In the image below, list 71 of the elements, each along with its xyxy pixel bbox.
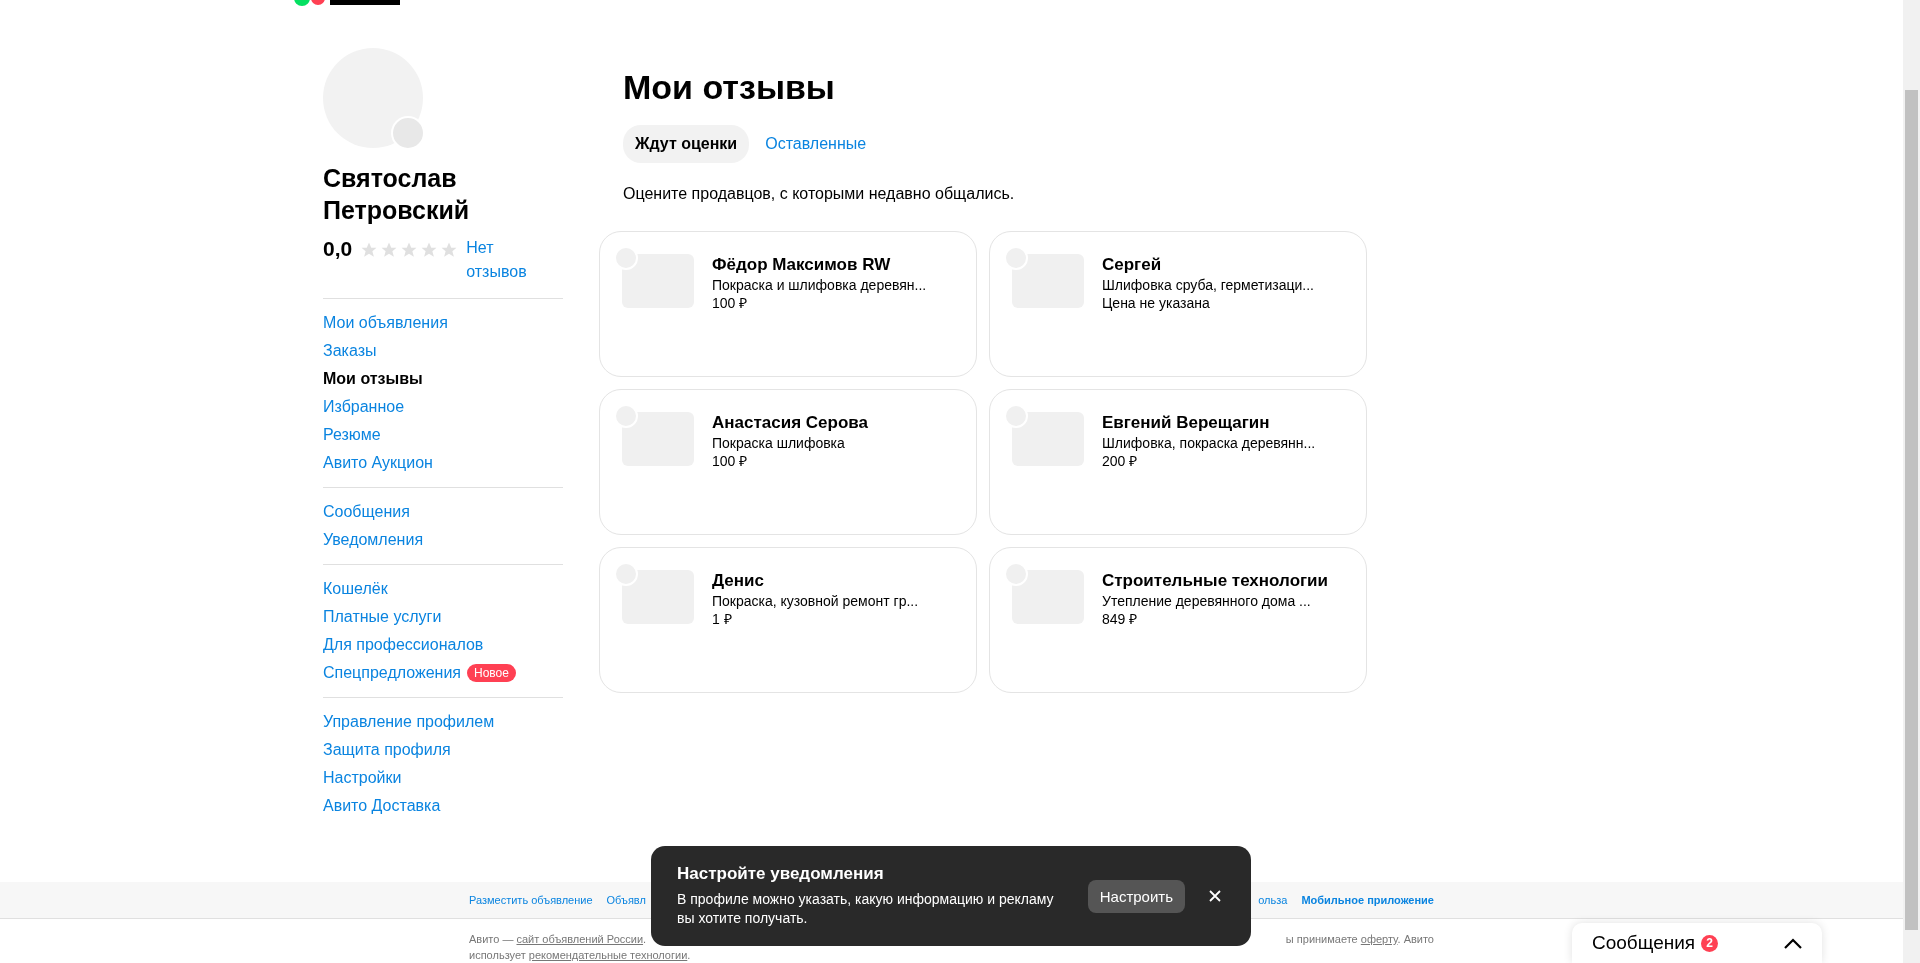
star-icon — [360, 241, 379, 259]
seller-card[interactable]: Сергей Шлифовка сруба, герметизаци... Цена не указана — [989, 231, 1367, 377]
footer-link[interactable]: Разместить объявление — [469, 894, 593, 906]
legal-text: ы принимаете оферту. Авито — [1285, 932, 1434, 947]
sidebar-item[interactable]: Для профессионалов — [323, 631, 563, 659]
footer-link[interactable]: Мобильное приложение — [1301, 894, 1434, 906]
seller-name: Евгений Верещагин — [1102, 412, 1271, 434]
star-icon — [380, 241, 399, 259]
new-badge: Новое — [467, 664, 516, 682]
scrollbar[interactable] — [1903, 0, 1920, 963]
scrollbar-thumb[interactable] — [1905, 90, 1918, 930]
sidebar-item[interactable]: Сообщения — [323, 498, 563, 526]
seller-card[interactable]: Евгений Верещагин Шлифовка, покраска деревянн... 200 ₽ — [989, 389, 1367, 535]
legal-link[interactable]: оферту — [1360, 933, 1398, 945]
sidebar-item[interactable]: Авито Доставка — [323, 792, 563, 820]
listing-price: 100 ₽ — [712, 452, 749, 470]
listing-title: Шлифовка сруба, герметизаци... — [1102, 276, 1314, 294]
legal-text: использует рекомендательные технологии. — [469, 949, 691, 961]
seller-name: Денис — [712, 570, 765, 592]
seller-card[interactable]: Анастасия Серова Покраска шлифовка 100 ₽ — [599, 389, 977, 535]
sidebar-item[interactable]: Резюме — [323, 421, 563, 449]
sidebar-item[interactable]: Авито Аукцион — [323, 449, 563, 477]
listing-price: 1 ₽ — [712, 610, 733, 628]
seller-card[interactable]: Строительные технологии Утепление деревянного дома ... 849 ₽ — [989, 547, 1367, 693]
legal-text: Авито — сайт объявлений России. — [469, 932, 647, 947]
sidebar-item[interactable]: Управление профилем — [323, 708, 563, 736]
listing-price: 849 ₽ — [1102, 610, 1139, 628]
listing-price: Цена не указана — [1102, 294, 1211, 312]
seller-name: Анастасия Серова — [712, 412, 868, 434]
sidebar-item[interactable]: Избранное — [323, 393, 563, 421]
toast-title: Настройте уведомления — [677, 864, 885, 884]
listing-price: 100 ₽ — [712, 294, 749, 312]
reviews-link[interactable]: Нет отзывов — [466, 236, 537, 284]
sidebar-item[interactable]: Спецпредложения Новое — [323, 659, 563, 687]
toast-text: В профиле можно указать, какую информацию и рекламу вы хотите получать. — [677, 890, 1055, 928]
footer-link[interactable]: Объявл — [606, 894, 646, 906]
sidebar-item[interactable]: Уведомления — [323, 526, 563, 554]
listing-title: Покраска, кузовной ремонт гр... — [712, 592, 919, 610]
listing-title: Покраска и шлифовка деревян... — [712, 276, 927, 294]
tab[interactable]: Ждут оценки — [623, 125, 750, 163]
unread-count: 2 — [1701, 934, 1719, 952]
sidebar-item[interactable]: Защита профиля — [323, 736, 563, 764]
star-icon — [440, 241, 459, 259]
footer-link[interactable]: ольза — [1258, 894, 1288, 906]
star-icon — [420, 241, 439, 259]
sidebar-item[interactable]: Платные услуги — [323, 603, 563, 631]
listing-title: Покраска шлифовка — [712, 434, 846, 452]
seller-name: Сергей — [1102, 254, 1163, 276]
messages-widget[interactable]: Сообщения 2 — [1572, 923, 1822, 963]
listing-title: Утепление деревянного дома ... — [1102, 592, 1312, 610]
seller-name: Строительные технологии — [1102, 570, 1328, 592]
profile-name: Святослав Петровский — [323, 163, 471, 226]
hint-text: Оцените продавцов, с которыми недавно общались. — [623, 185, 1016, 203]
star-icon — [400, 241, 419, 259]
sidebar-item[interactable]: Кошелёк — [323, 575, 563, 603]
sidebar-item[interactable]: Настройки — [323, 764, 563, 792]
configure-button[interactable]: Настроить — [1087, 879, 1185, 913]
seller-card[interactable]: Фёдор Максимов RW Покраска и шлифовка деревян... 100 ₽ — [599, 231, 977, 377]
chevron-up-icon[interactable] — [1784, 937, 1802, 949]
seller-card[interactable]: Денис Покраска, кузовной ремонт гр... 1 ₽ — [599, 547, 977, 693]
page-title: Мои отзывы — [623, 68, 836, 107]
rating-value: 0,0 — [323, 236, 353, 262]
seller-name: Фёдор Максимов RW — [712, 254, 892, 276]
sidebar-item[interactable]: Заказы — [323, 337, 563, 365]
listing-price: 200 ₽ — [1102, 452, 1139, 470]
sidebar-item[interactable]: Мои отзывы — [323, 365, 563, 393]
sidebar-item[interactable]: Мои объявления — [323, 309, 563, 337]
listing-title: Шлифовка, покраска деревянн... — [1102, 434, 1316, 452]
tab[interactable]: Оставленные — [753, 125, 879, 163]
messages-label: Сообщения — [1592, 932, 1696, 954]
sidebar-item-label: Спецпредложения — [323, 663, 461, 683]
